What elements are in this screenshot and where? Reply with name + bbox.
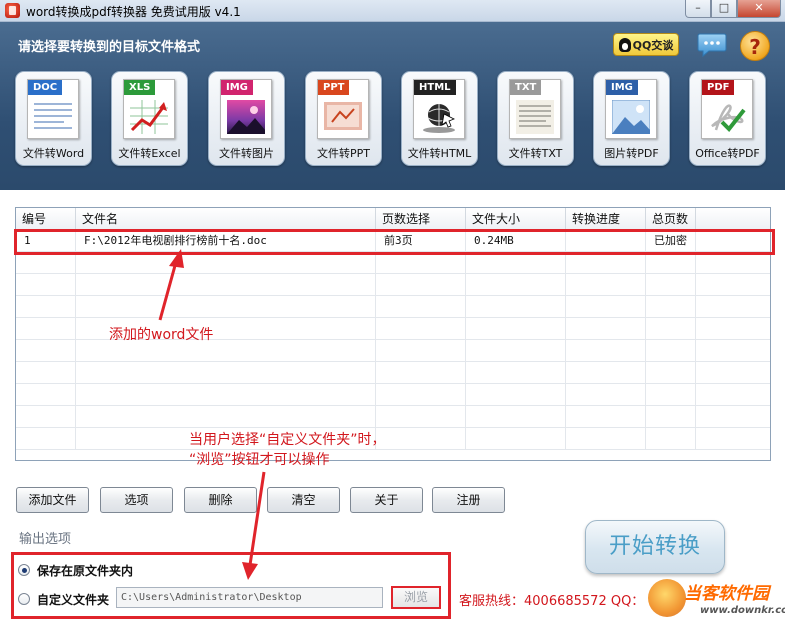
tile-to-image[interactable]: IMG 文件转图片: [208, 71, 285, 166]
empty-row: [16, 252, 770, 274]
tile-tag: PDF: [702, 80, 735, 95]
output-options-label: 输出选项: [19, 532, 72, 547]
minimize-button[interactable]: –: [685, 0, 711, 18]
column-header[interactable]: 总页数: [646, 208, 696, 229]
watermark-logo: 当客软件园 www.downkr.com: [648, 577, 785, 625]
pdf-file-icon: PDF: [701, 79, 753, 139]
window-controls: – □ ✕: [685, 0, 781, 18]
title-bar: word转换成pdf转换器 免费试用版 v4.1 – □ ✕: [0, 0, 785, 22]
tile-label: 文件转HTML: [407, 147, 472, 160]
column-header[interactable]: 编号: [16, 208, 76, 229]
qq-chat-label: QQ交谈: [632, 38, 674, 52]
chat-bubble-icon[interactable]: [697, 32, 727, 58]
tile-to-excel[interactable]: XLS 文件转Excel: [111, 71, 188, 166]
empty-row: [16, 384, 770, 406]
img-file-icon: IMG: [605, 79, 657, 139]
radio-keep-in-place[interactable]: [18, 564, 30, 576]
tile-tag: IMG: [221, 80, 253, 95]
empty-row: [16, 428, 770, 450]
about-button[interactable]: 关于: [350, 487, 423, 513]
table-row[interactable]: 1 F:\2012年电视剧排行榜前十名.doc 前3页 0.24MB 已加密: [16, 230, 770, 252]
add-file-button[interactable]: 添加文件: [16, 487, 89, 513]
tile-label: 文件转Word: [22, 147, 85, 160]
empty-row: [16, 296, 770, 318]
cell-filename: F:\2012年电视剧排行榜前十名.doc: [76, 230, 376, 251]
close-button[interactable]: ✕: [737, 0, 781, 18]
tile-image-to-pdf[interactable]: IMG 图片转PDF: [593, 71, 670, 166]
annotation-added-file: 添加的word文件: [109, 327, 214, 343]
header-title: 请选择要转换到的目标文件格式: [18, 40, 201, 55]
ppt-file-icon: PPT: [317, 79, 369, 139]
txt-file-icon: TXT: [509, 79, 561, 139]
register-button[interactable]: 注册: [432, 487, 505, 513]
annotation-browse-hint-1: 当用户选择“自定义文件夹”时，: [189, 432, 386, 448]
tile-tag: XLS: [124, 80, 156, 95]
column-header[interactable]: 转换进度: [566, 208, 646, 229]
column-header[interactable]: 页数选择: [376, 208, 466, 229]
tile-label: 文件转图片: [219, 147, 274, 160]
column-header[interactable]: 文件大小: [466, 208, 566, 229]
watermark-emblem-icon: [648, 579, 686, 617]
help-button[interactable]: ?: [740, 31, 770, 61]
tile-tag: IMG: [606, 80, 638, 95]
cell-pages[interactable]: 前3页: [376, 230, 466, 251]
tile-label: 文件转PPT: [317, 147, 370, 160]
clear-button[interactable]: 清空: [267, 487, 340, 513]
file-list-header: 编号 文件名 页数选择 文件大小 转换进度 总页数: [16, 208, 770, 230]
tile-label: 图片转PDF: [604, 147, 659, 160]
tile-tag: HTML: [414, 80, 456, 95]
tile-label: Office转PDF: [695, 147, 760, 160]
cell-progress: [566, 230, 646, 251]
browse-button[interactable]: 浏览: [391, 586, 441, 609]
empty-row: [16, 362, 770, 384]
cell-total: 已加密: [646, 230, 696, 251]
column-header[interactable]: 文件名: [76, 208, 376, 229]
cell-filler: [696, 230, 770, 251]
tile-to-ppt[interactable]: PPT 文件转PPT: [305, 71, 382, 166]
cell-no: 1: [16, 230, 76, 251]
tile-label: 文件转Excel: [118, 147, 181, 160]
cell-size: 0.24MB: [466, 230, 566, 251]
watermark-url: www.downkr.com: [700, 605, 785, 616]
support-hotline: 客服热线：4006685572 QQ：: [459, 594, 645, 609]
annotation-browse-hint-2: “浏览”按钮才可以操作: [189, 452, 330, 468]
tile-to-html[interactable]: HTML 文件转HTML: [401, 71, 478, 166]
tile-label: 文件转TXT: [508, 147, 563, 160]
tile-tag: DOC: [28, 80, 63, 95]
tile-to-txt[interactable]: TXT 文件转TXT: [497, 71, 574, 166]
maximize-button[interactable]: □: [711, 0, 737, 18]
img-file-icon: IMG: [220, 79, 272, 139]
qq-chat-button[interactable]: QQ交谈: [613, 33, 679, 56]
empty-row: [16, 274, 770, 296]
radio-custom-folder[interactable]: [18, 593, 30, 605]
watermark-text: 当客软件园: [684, 584, 769, 604]
html-file-icon: HTML: [413, 79, 465, 139]
window-title: word转换成pdf转换器 免费试用版 v4.1: [26, 5, 241, 19]
delete-button[interactable]: 删除: [184, 487, 257, 513]
empty-row: [16, 406, 770, 428]
option-custom-folder-label[interactable]: 自定义文件夹: [37, 591, 109, 608]
tile-to-word[interactable]: DOC 文件转Word: [15, 71, 92, 166]
tile-office-to-pdf[interactable]: PDF Office转PDF: [689, 71, 766, 166]
tile-tag: PPT: [318, 80, 350, 95]
output-path-input[interactable]: C:\Users\Administrator\Desktop: [116, 587, 383, 608]
tile-tag: TXT: [510, 80, 542, 95]
app-icon: [5, 3, 20, 18]
doc-file-icon: DOC: [27, 79, 79, 139]
format-header: 请选择要转换到的目标文件格式 QQ交谈 ? DOC 文件转Word XLS 文件…: [0, 22, 785, 190]
start-convert-button[interactable]: 开始转换: [585, 520, 725, 574]
column-header-filler: [696, 208, 770, 229]
xls-file-icon: XLS: [123, 79, 175, 139]
qq-penguin-icon: [618, 37, 631, 52]
option-keep-in-place-label[interactable]: 保存在原文件夹内: [37, 562, 133, 579]
options-button[interactable]: 选项: [100, 487, 173, 513]
